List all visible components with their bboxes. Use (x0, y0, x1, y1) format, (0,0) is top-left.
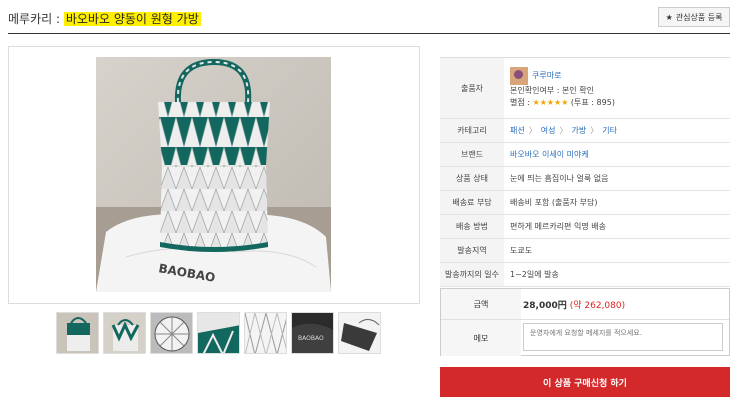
chevron-right-icon: 〉 (528, 126, 537, 135)
header-divider (8, 33, 730, 34)
memo-input[interactable] (523, 323, 723, 351)
memo-label: 메모 (441, 320, 521, 356)
condition-label: 상품 상태 (440, 167, 504, 190)
days-row: 발송까지의 일수 1~2일에 발송 (440, 263, 730, 287)
site-prefix: 메루카리 : (8, 12, 64, 26)
condition-value: 눈에 띄는 흠집이나 얼룩 없음 (510, 174, 609, 183)
item-info-table: 출품자 쿠루마로 본인확인여부 : 본인 확인 별점 : ★★★★★ (투표 :… (440, 57, 730, 287)
price-label: 금액 (441, 289, 521, 319)
item-title: 바오바오 양동이 원형 가방 (63, 12, 201, 26)
category-label: 카테고리 (440, 119, 504, 142)
chevron-right-icon: 〉 (590, 126, 599, 135)
category-link[interactable]: 가방 (571, 125, 586, 136)
brand-link[interactable]: 바오바오 이세이 미야케 (510, 149, 589, 160)
price-krw: (약 262,080) (569, 300, 626, 311)
category-link[interactable]: 여성 (541, 125, 556, 136)
purchase-request-button[interactable]: 이 상품 구매신청 하기 (440, 367, 730, 397)
thumbnail[interactable] (244, 312, 287, 354)
seller-rating: 별점 : ★★★★★ (투표 : 895) (510, 97, 615, 109)
shipping-fee-label: 배송료 부담 (440, 191, 504, 214)
thumbnail[interactable] (150, 312, 193, 354)
thumbnail[interactable] (338, 312, 381, 354)
shipping-method-row: 배송 방법 편하게 메르카리편 익명 배송 (440, 215, 730, 239)
brand-row: 브랜드 바오바오 이세이 미야케 (440, 143, 730, 167)
tote-bag-photo: BAOBAO (96, 57, 331, 292)
svg-text:BAOBAO: BAOBAO (298, 335, 324, 342)
condition-row: 상품 상태 눈에 띄는 흠집이나 얼룩 없음 (440, 167, 730, 191)
seller-row: 출품자 쿠루마로 본인확인여부 : 본인 확인 별점 : ★★★★★ (투표 :… (440, 58, 730, 119)
rating-stars-icon: ★★★★★ (532, 98, 569, 107)
avatar[interactable] (510, 67, 528, 85)
ship-from-label: 발송지역 (440, 239, 504, 262)
seller-info: 쿠루마로 본인확인여부 : 본인 확인 별점 : ★★★★★ (투표 : 895… (504, 58, 730, 118)
thumbnail-strip: BAOBAO (56, 312, 381, 354)
order-box: 금액 28,000円 (약 262,080) 메모 (440, 288, 730, 356)
seller-label: 출품자 (440, 58, 504, 118)
price-jpy: 28,000円 (523, 300, 567, 311)
memo-row: 메모 (441, 320, 729, 356)
chevron-right-icon: 〉 (559, 126, 568, 135)
wishlist-label: 관심상품 등록 (675, 12, 723, 22)
ship-from-row: 발송지역 도쿄도 (440, 239, 730, 263)
thumbnail[interactable] (56, 312, 99, 354)
category-row: 카테고리 패션 〉 여성 〉 가방 〉 기타 (440, 119, 730, 143)
page-title: 메루카리 : 바오바오 양동이 원형 가방 (8, 10, 201, 27)
price-row: 금액 28,000円 (약 262,080) (441, 289, 729, 320)
thumbnail[interactable] (103, 312, 146, 354)
thumbnail[interactable]: BAOBAO (291, 312, 334, 354)
seller-verified: 본인확인여부 : 본인 확인 (510, 86, 594, 95)
shipping-fee-row: 배송료 부담 배송비 포함 (출품자 부담) (440, 191, 730, 215)
shipping-method-label: 배송 방법 (440, 215, 504, 238)
category-breadcrumb: 패션 〉 여성 〉 가방 〉 기타 (504, 119, 730, 142)
main-product-image[interactable]: BAOBAO (96, 57, 331, 292)
category-link[interactable]: 기타 (602, 125, 617, 136)
ship-from-value: 도쿄도 (510, 246, 533, 255)
days-label: 발송까지의 일수 (440, 263, 504, 286)
star-icon: ★ (665, 12, 673, 22)
days-value: 1~2일에 발송 (510, 270, 559, 279)
seller-name-link[interactable]: 쿠루마로 (532, 70, 561, 82)
rating-votes: (투표 : 895) (570, 98, 615, 107)
category-link[interactable]: 패션 (510, 125, 525, 136)
brand-label: 브랜드 (440, 143, 504, 166)
shipping-method-value: 편하게 메르카리편 익명 배송 (510, 222, 606, 231)
add-to-wishlist-button[interactable]: ★ 관심상품 등록 (658, 7, 730, 27)
rating-label: 별점 : (510, 98, 530, 107)
thumbnail[interactable] (197, 312, 240, 354)
shipping-fee-value: 배송비 포함 (출품자 부담) (510, 198, 598, 207)
